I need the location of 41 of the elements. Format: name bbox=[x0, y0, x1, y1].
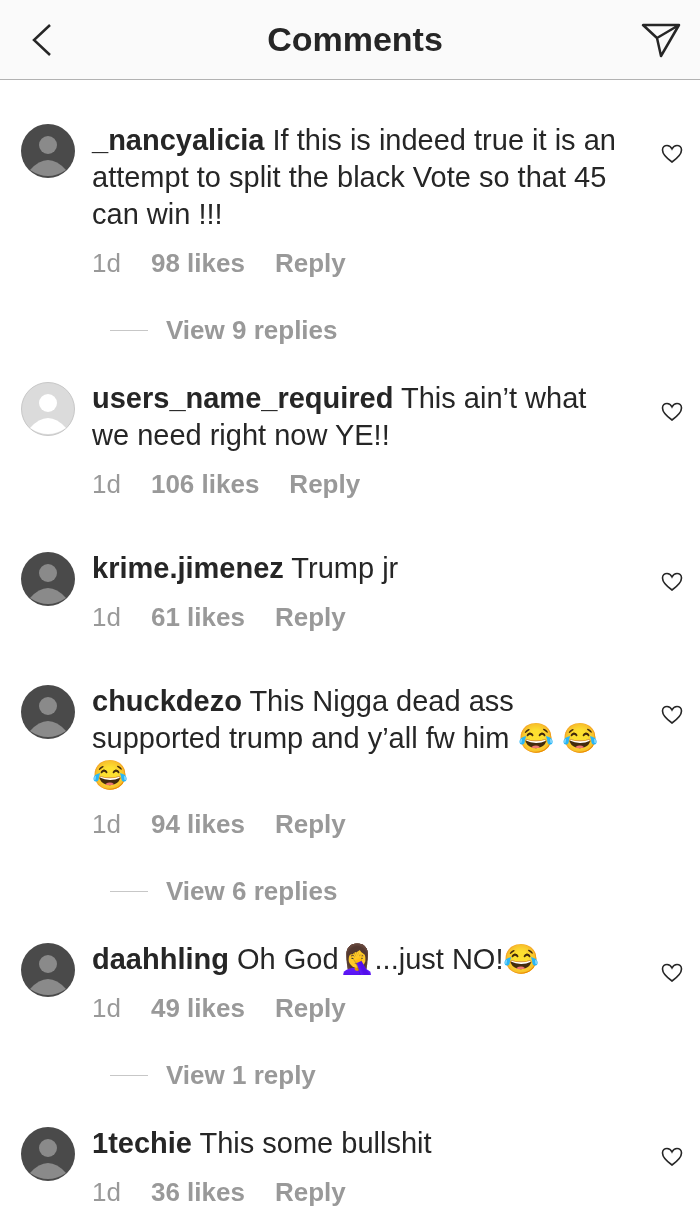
avatar-icon[interactable] bbox=[21, 124, 75, 178]
likes-link[interactable]: 94 likes bbox=[150, 809, 245, 839]
back-icon[interactable] bbox=[31, 22, 53, 57]
reply-button[interactable]: Reply bbox=[274, 809, 346, 839]
view-replies-link[interactable]: View 1 reply bbox=[166, 1060, 316, 1090]
comment-text: users_name_required This ain’t what we need right now YE!! bbox=[92, 381, 588, 453]
reply-button[interactable]: Reply bbox=[289, 469, 361, 499]
heart-icon[interactable] bbox=[661, 144, 683, 164]
comment-time: 1d bbox=[92, 469, 121, 499]
comment-time: 1d bbox=[92, 248, 121, 278]
reply-button[interactable]: Reply bbox=[274, 248, 346, 278]
likes-link[interactable]: 106 likes bbox=[150, 469, 260, 499]
likes-link[interactable]: 61 likes bbox=[150, 602, 245, 632]
comment-text: daahhling Oh God🤦‍♀...just NO!😂 bbox=[92, 942, 541, 977]
comment-time: 1d bbox=[92, 993, 121, 1023]
heart-icon[interactable] bbox=[661, 1147, 683, 1167]
avatar-icon[interactable] bbox=[21, 552, 75, 606]
comment-text: chuckdezo This Nigga dead ass supported trump and y’all fw him 😂 😂 😂 bbox=[92, 684, 599, 793]
heart-icon[interactable] bbox=[661, 402, 683, 422]
avatar-icon[interactable] bbox=[21, 685, 75, 739]
reply-button[interactable]: Reply bbox=[274, 1177, 346, 1207]
likes-link[interactable]: 98 likes bbox=[150, 248, 245, 278]
reply-button[interactable]: Reply bbox=[274, 993, 346, 1023]
comment-text: krime.jimenez Trump jr bbox=[92, 551, 400, 586]
heart-icon[interactable] bbox=[661, 963, 683, 983]
view-replies-link[interactable]: View 6 replies bbox=[166, 876, 338, 906]
comment-time: 1d bbox=[92, 1177, 121, 1207]
view-replies-link[interactable]: View 9 replies bbox=[166, 315, 338, 345]
page-title: Comments bbox=[267, 20, 443, 59]
heart-icon[interactable] bbox=[661, 572, 683, 592]
heart-icon[interactable] bbox=[661, 705, 683, 725]
avatar-icon[interactable] bbox=[21, 943, 75, 997]
comment-time: 1d bbox=[92, 602, 121, 632]
likes-link[interactable]: 36 likes bbox=[150, 1177, 245, 1207]
comment-text: _nancyalicia If this is indeed true it is an attempt to split the black Vote so that 45 can win !!! bbox=[92, 123, 617, 232]
comment-text: 1techie This some bullshit bbox=[92, 1126, 433, 1161]
comment-time: 1d bbox=[92, 809, 121, 839]
send-icon[interactable] bbox=[641, 21, 681, 58]
avatar-icon[interactable] bbox=[21, 1127, 75, 1181]
reply-button[interactable]: Reply bbox=[274, 602, 346, 632]
likes-link[interactable]: 49 likes bbox=[150, 993, 245, 1023]
